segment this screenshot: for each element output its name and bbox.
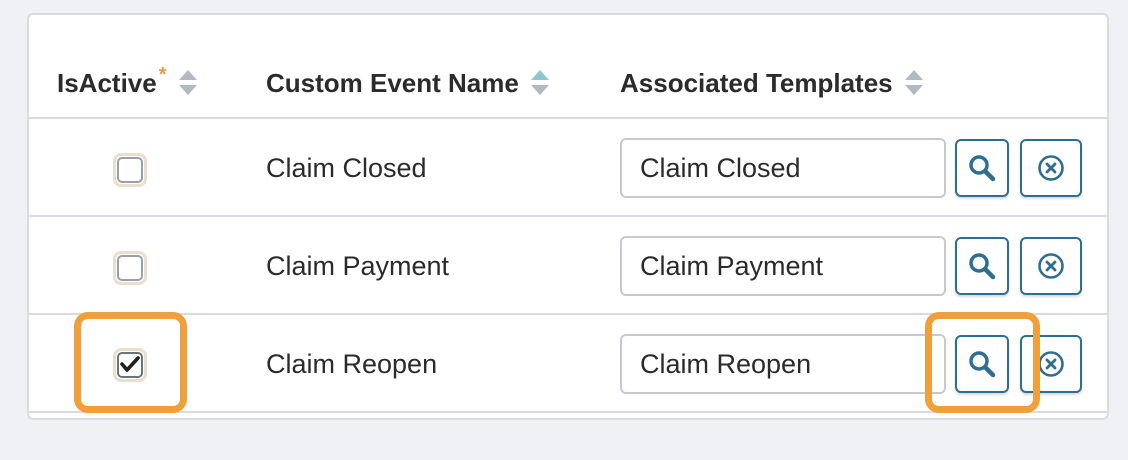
isactive-checkbox[interactable]	[113, 153, 147, 187]
column-header-associated-templates[interactable]: Associated Templates	[620, 67, 923, 99]
column-label: Associated Templates	[620, 67, 893, 98]
close-circle-icon	[1038, 253, 1064, 279]
event-name: Claim Reopen	[266, 349, 438, 379]
associated-template-field[interactable]	[620, 334, 946, 394]
event-templates-panel: IsActive * Custom Event Name Associated T…	[27, 13, 1109, 420]
lookup-template-button[interactable]	[955, 237, 1009, 295]
event-name: Claim Payment	[266, 251, 450, 281]
table-row: Claim Payment	[29, 217, 1107, 315]
close-circle-icon	[1038, 351, 1064, 377]
clear-template-button[interactable]	[1020, 237, 1082, 295]
sort-icon[interactable]	[178, 68, 197, 98]
lookup-template-button[interactable]	[955, 139, 1009, 197]
clear-template-button[interactable]	[1020, 139, 1082, 197]
isactive-checkbox[interactable]	[113, 251, 147, 285]
close-circle-icon	[1038, 155, 1064, 181]
table-header: IsActive * Custom Event Name Associated T…	[29, 15, 1107, 119]
search-icon	[969, 155, 996, 182]
search-icon	[969, 351, 996, 378]
column-header-custom-event-name[interactable]: Custom Event Name	[266, 67, 549, 99]
search-icon	[969, 253, 996, 280]
table-row: Claim Reopen	[29, 315, 1107, 413]
sort-icon[interactable]	[904, 68, 923, 98]
isactive-checkbox[interactable]	[113, 348, 147, 382]
lookup-template-button[interactable]	[955, 335, 1009, 393]
associated-template-field[interactable]	[620, 236, 946, 296]
required-marker: *	[158, 63, 167, 86]
clear-template-button[interactable]	[1020, 335, 1082, 393]
table-row: Claim Closed	[29, 119, 1107, 217]
column-label: Custom Event Name	[266, 67, 519, 98]
checkmark-icon	[120, 356, 140, 372]
column-label: IsActive	[57, 67, 157, 98]
associated-template-field[interactable]	[620, 138, 946, 198]
column-header-isactive[interactable]: IsActive *	[57, 63, 197, 99]
sort-icon[interactable]	[530, 68, 549, 98]
event-name: Claim Closed	[266, 153, 427, 183]
